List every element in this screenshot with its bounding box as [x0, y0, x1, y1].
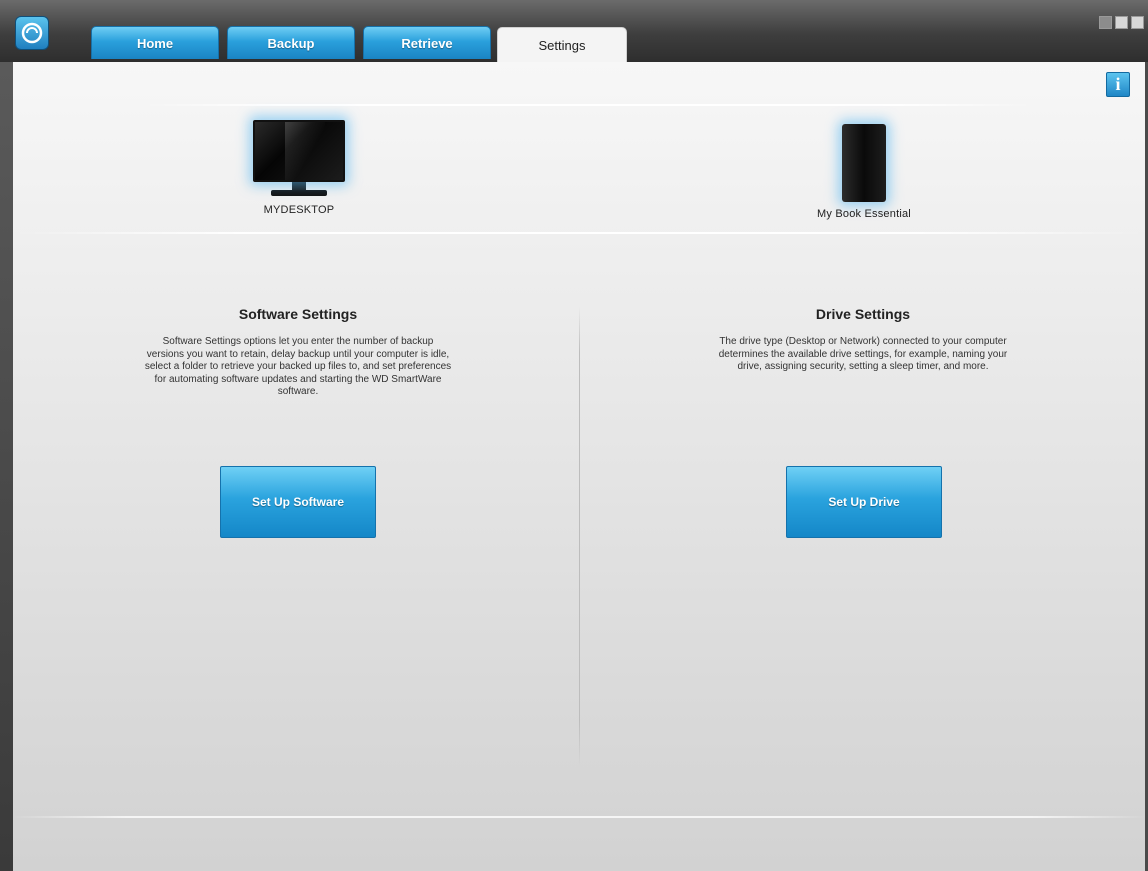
window-frame-left [0, 62, 13, 871]
tab-backup[interactable]: Backup [227, 26, 355, 59]
tab-home[interactable]: Home [91, 26, 219, 59]
computer-device: MYDESKTOP [239, 120, 359, 216]
divider [13, 232, 1145, 234]
title-bar: Home Backup Retrieve Settings [0, 0, 1148, 62]
maximize-icon[interactable] [1115, 16, 1128, 29]
monitor-stand [292, 182, 306, 190]
drive-settings-title: Drive Settings [815, 306, 911, 322]
set-up-software-button[interactable]: Set Up Software [220, 466, 376, 538]
divider [143, 104, 1033, 106]
divider [13, 816, 1145, 818]
monitor-icon [253, 120, 345, 182]
panel-divider [579, 307, 580, 767]
window-controls [1099, 16, 1144, 29]
info-icon[interactable]: i [1106, 72, 1130, 97]
software-settings-panel: Software Settings Software Settings opti… [143, 306, 453, 399]
minimize-icon[interactable] [1099, 16, 1112, 29]
wd-smartware-logo-icon[interactable] [15, 16, 49, 50]
drive-device[interactable]: My Book Essential [799, 124, 929, 220]
tab-settings[interactable]: Settings [497, 27, 627, 62]
external-drive-icon[interactable] [842, 124, 886, 202]
drive-settings-description: The drive type (Desktop or Network) conn… [718, 336, 1008, 372]
drive-settings-panel: Drive Settings The drive type (Desktop o… [713, 306, 1013, 374]
set-up-drive-button[interactable]: Set Up Drive [786, 466, 942, 538]
monitor-base [271, 190, 327, 196]
close-icon[interactable] [1131, 16, 1144, 29]
tab-retrieve[interactable]: Retrieve [363, 26, 491, 59]
drive-name-label: My Book Essential [817, 208, 911, 220]
settings-content: i MYDESKTOP My Book Essential Software S… [13, 62, 1145, 871]
software-settings-title: Software Settings [238, 306, 358, 322]
computer-name-label: MYDESKTOP [263, 204, 335, 216]
software-settings-description: Software Settings options let you enter … [144, 336, 452, 397]
